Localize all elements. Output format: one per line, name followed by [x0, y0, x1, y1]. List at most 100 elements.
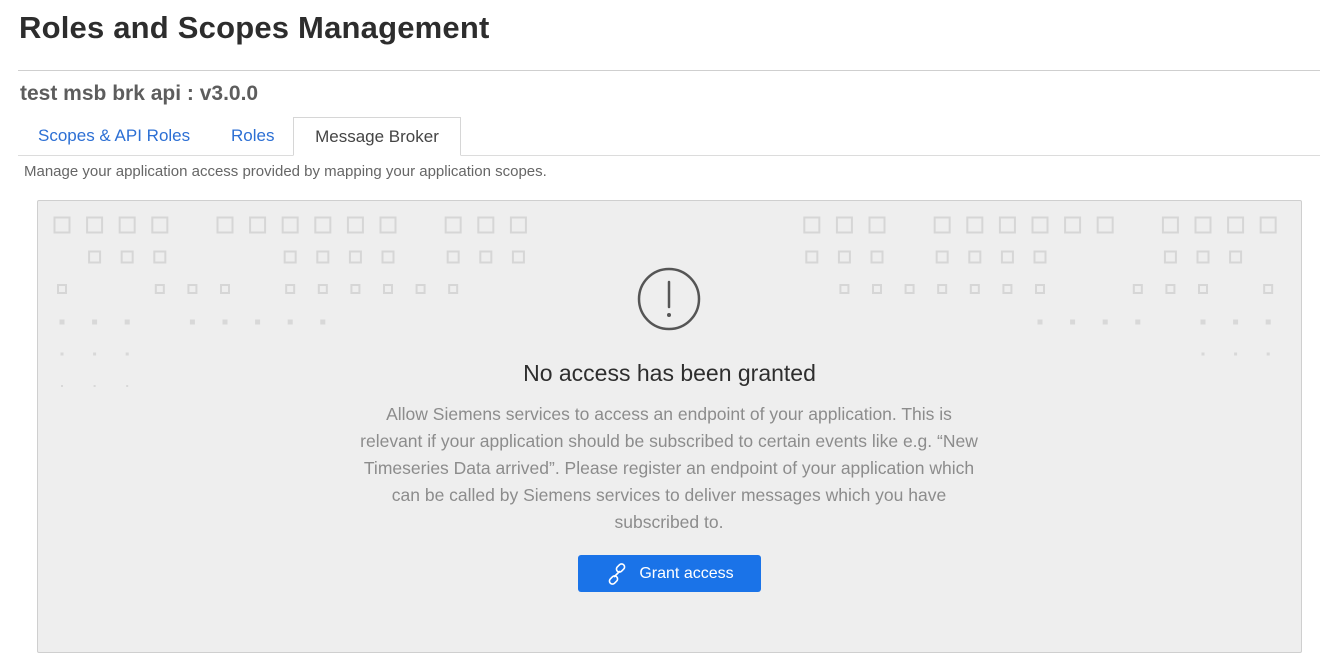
- decorative-square: [154, 284, 165, 294]
- decorative-square: [1033, 250, 1047, 264]
- exclamation-circle-icon: [637, 267, 701, 331]
- decorative-square: [255, 319, 261, 325]
- decorative-square: [479, 250, 493, 264]
- decorative-square: [57, 284, 67, 294]
- decorative-square: [383, 284, 393, 294]
- decorative-square: [446, 250, 460, 264]
- decorative-square: [187, 284, 198, 294]
- decorative-square: [189, 319, 195, 325]
- decorative-square: [511, 250, 525, 264]
- decorative-square: [933, 216, 951, 234]
- decorative-square: [1198, 284, 1208, 294]
- tab-bar: Scopes & API Roles Roles Message Broker: [18, 117, 1320, 156]
- decorative-square: [1135, 319, 1141, 325]
- decorative-square: [509, 216, 527, 234]
- link-icon: [608, 562, 626, 585]
- empty-state-body: Allow Siemens services to access an endp…: [360, 404, 978, 532]
- decorative-square: [285, 284, 296, 294]
- decorative-square: [1035, 284, 1045, 294]
- decorative-square: [317, 284, 328, 294]
- decorative-square: [220, 284, 230, 294]
- decorative-square: [287, 319, 293, 325]
- decorative-square: [350, 284, 361, 294]
- decorative-square: [1165, 284, 1176, 294]
- decorative-square: [1265, 319, 1271, 325]
- decorative-square: [60, 352, 64, 356]
- decorative-square: [124, 319, 130, 325]
- decorative-square: [1233, 319, 1239, 325]
- decorative-square: [86, 216, 104, 234]
- decorative-square: [1196, 250, 1210, 264]
- decorative-square: [53, 216, 71, 234]
- decorative-square: [966, 216, 984, 234]
- decorative-square: [348, 250, 362, 264]
- decorative-square: [805, 250, 819, 264]
- decorative-square: [1234, 352, 1238, 356]
- decorative-square: [379, 216, 397, 234]
- decorative-square: [120, 250, 134, 264]
- decorative-square: [151, 216, 169, 234]
- decorative-square: [935, 250, 949, 264]
- decorative-square: [249, 216, 267, 234]
- decorative-square: [969, 284, 980, 294]
- tab-roles[interactable]: Roles: [231, 117, 274, 155]
- decorative-square: [1259, 216, 1277, 234]
- decorative-square: [316, 250, 330, 264]
- decorative-square: [1132, 284, 1143, 294]
- decorative-square: [872, 284, 882, 294]
- decorative-square: [998, 216, 1016, 234]
- decorative-square: [1163, 250, 1177, 264]
- tab-message-broker[interactable]: Message Broker: [293, 117, 461, 156]
- decorative-square: [1200, 319, 1206, 325]
- decorative-square: [93, 352, 97, 356]
- decorative-square: [415, 284, 426, 294]
- decorative-square: [92, 319, 98, 325]
- decorative-square: [870, 250, 884, 264]
- decorative-square: [477, 216, 495, 234]
- decorative-square: [153, 250, 167, 264]
- decorative-square: [803, 216, 821, 234]
- decorative-square: [968, 250, 982, 264]
- decorative-square: [88, 250, 102, 264]
- decorative-square: [1263, 284, 1274, 294]
- title-divider: [18, 70, 1320, 71]
- empty-state-title: No access has been granted: [523, 360, 816, 386]
- decorative-square: [1266, 352, 1270, 356]
- decorative-square: [837, 250, 851, 264]
- grant-access-button[interactable]: Grant access: [578, 555, 761, 592]
- decorative-square: [1096, 216, 1114, 234]
- decorative-square: [381, 250, 395, 264]
- decorative-square: [1102, 319, 1108, 325]
- decorative-square: [1000, 250, 1014, 264]
- empty-state-panel: No access has been granted Allow Siemens…: [37, 200, 1302, 653]
- decorative-square: [118, 216, 136, 234]
- decorative-square: [283, 250, 297, 264]
- decorative-square: [346, 216, 364, 234]
- decorative-square: [1227, 216, 1245, 234]
- decorative-square: [1070, 319, 1076, 325]
- decorative-square: [1031, 216, 1049, 234]
- page-title: Roles and Scopes Management: [19, 10, 490, 45]
- decorative-square: [444, 216, 462, 234]
- decorative-square: [281, 216, 299, 234]
- decorative-square: [868, 216, 886, 234]
- decorative-square: [1002, 284, 1013, 294]
- decorative-square: [1229, 250, 1243, 264]
- decorative-square: [904, 284, 915, 294]
- app-name: test msb brk api : v3.0.0: [20, 82, 259, 105]
- decorative-square: [937, 284, 948, 294]
- decorative-square: [1037, 319, 1043, 325]
- decorative-square: [59, 319, 65, 325]
- tab-scopes-api-roles[interactable]: Scopes & API Roles: [38, 117, 190, 155]
- decorative-square: [125, 352, 129, 356]
- decorative-square: [835, 216, 853, 234]
- grant-access-label: Grant access: [639, 564, 734, 582]
- decorative-square: [314, 216, 332, 234]
- decorative-square: [839, 284, 850, 294]
- decorative-square: [1161, 216, 1179, 234]
- decorative-square: [1201, 352, 1205, 356]
- decorative-square: [1194, 216, 1212, 234]
- decorative-square: [320, 319, 326, 325]
- decorative-square: [1064, 216, 1082, 234]
- decorative-square: [448, 284, 459, 294]
